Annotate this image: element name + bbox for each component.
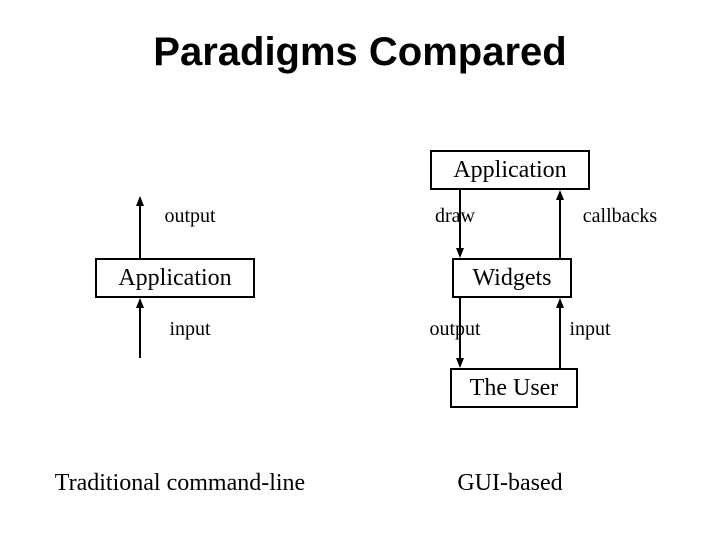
left-output-label: output xyxy=(150,205,230,228)
page-title: Paradigms Compared xyxy=(0,30,720,75)
right-output-label: output xyxy=(420,318,490,341)
left-input-label: input xyxy=(150,318,230,341)
right-application-box: Application xyxy=(430,150,590,190)
right-widgets-box: Widgets xyxy=(452,258,572,298)
right-draw-label: draw xyxy=(425,205,485,228)
left-caption: Traditional command-line xyxy=(40,470,320,497)
left-application-box: Application xyxy=(95,258,255,298)
right-caption: GUI-based xyxy=(420,470,600,497)
right-user-box: The User xyxy=(450,368,578,408)
right-input-label: input xyxy=(560,318,620,341)
right-callbacks-label: callbacks xyxy=(575,205,665,228)
